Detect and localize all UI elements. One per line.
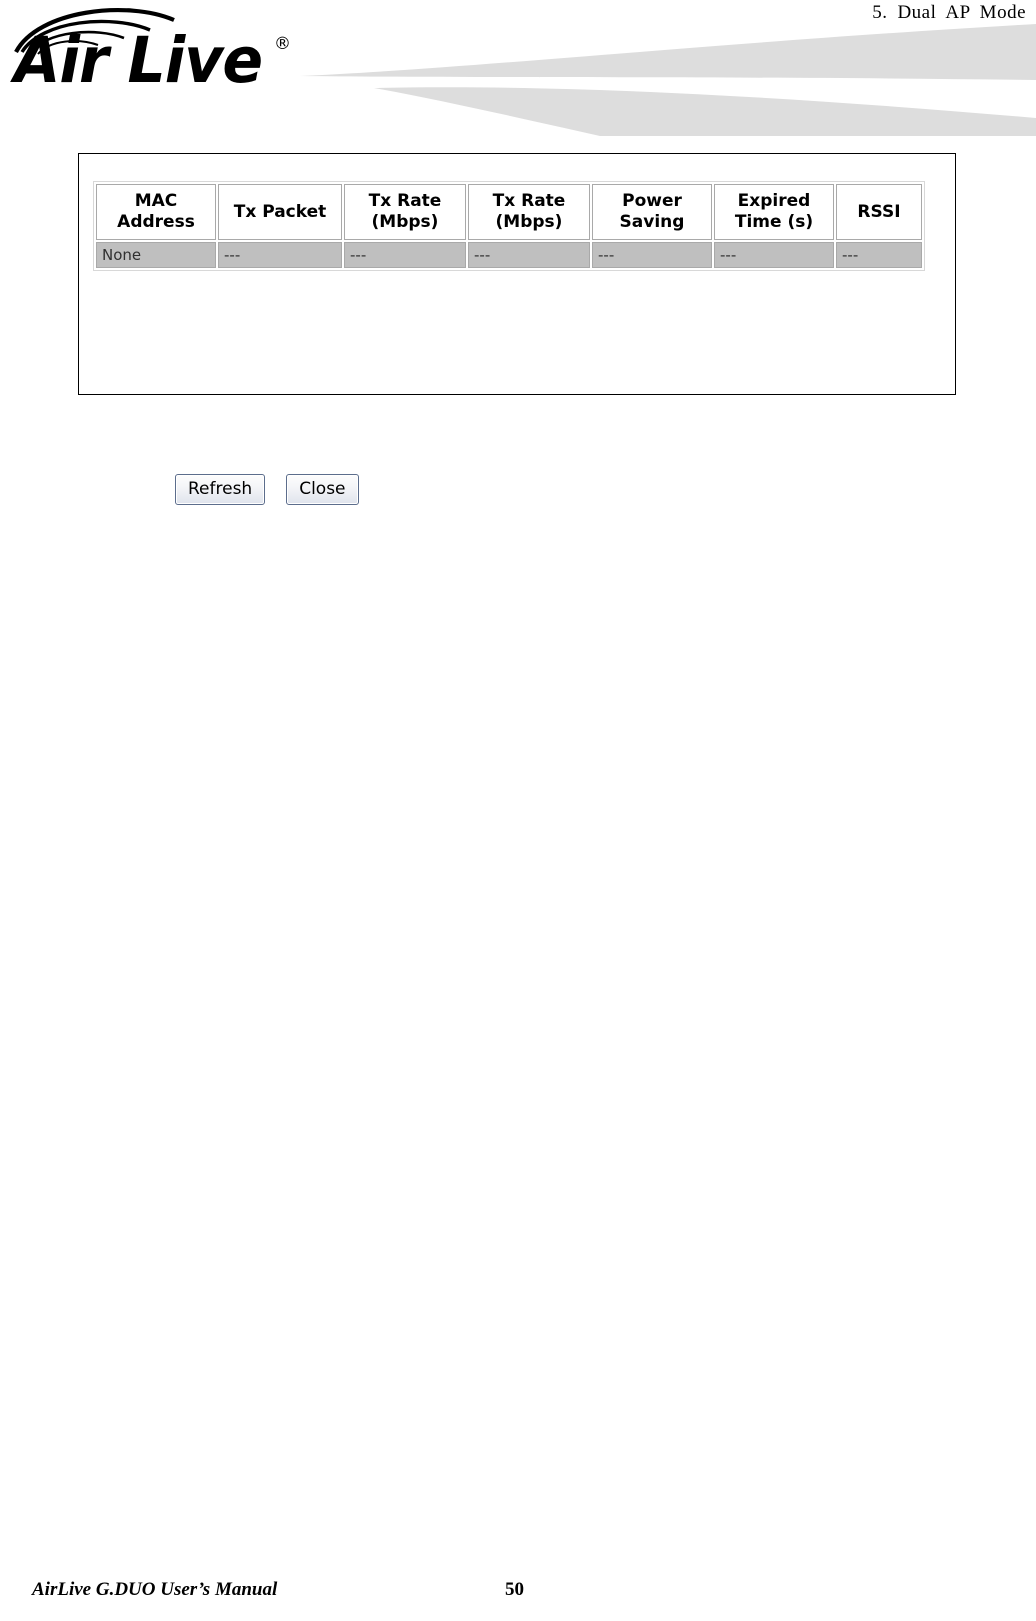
panel-button-row: Refresh Close [175,474,376,505]
column-header-rssi: RSSI [836,184,922,240]
header-line-1: Tx Rate [492,191,566,211]
header-line-1: RSSI [857,201,901,222]
column-header-tx-packet: Tx Packet [218,184,342,240]
header-line-2: Address [117,212,195,232]
section-word-1: Dual [897,2,937,23]
cell-expired-time: --- [714,242,834,268]
column-header-tx-rate-2: Tx Rate (Mbps) [468,184,590,240]
decorative-swoosh [300,24,1036,136]
cell-rssi: --- [836,242,922,268]
table-row: None --- --- --- --- --- --- [96,242,922,268]
page-footer: AirLive G.DUO User’s Manual 50 [0,1579,1036,1609]
column-header-tx-rate-1: Tx Rate (Mbps) [344,184,466,240]
station-table: MAC Address Tx Packet Tx Rate (Mbps) Tx … [93,181,925,271]
table-header-row: MAC Address Tx Packet Tx Rate (Mbps) Tx … [96,184,922,240]
header-line-2: (Mbps) [371,212,439,232]
page-number: 50 [505,1579,524,1600]
cell-power-saving: --- [592,242,712,268]
column-header-mac-address: MAC Address [96,184,216,240]
header-line-1: MAC [134,191,178,211]
page-header: Air Live ® 5. Dual AP Mode [0,0,1036,140]
header-line-1: Expired [737,191,811,211]
station-list-panel: MAC Address Tx Packet Tx Rate (Mbps) Tx … [78,153,956,505]
refresh-button[interactable]: Refresh [175,474,266,505]
cell-mac-address: None [96,242,216,268]
header-line-1: Tx Packet [233,201,327,222]
manual-title: AirLive G.DUO User’s Manual [32,1579,278,1600]
section-word-3: Mode [979,2,1026,23]
logo-registered-mark: ® [274,34,291,54]
cell-tx-rate-1: --- [344,242,466,268]
column-header-power-saving: Power Saving [592,184,712,240]
logo-wordmark: Air Live [14,23,263,98]
header-line-1: Power [622,191,682,211]
section-number: 5. [872,2,888,23]
airlive-logo: Air Live ® [8,2,298,102]
section-word-2: AP [945,2,971,23]
column-header-expired-time: Expired Time (s) [714,184,834,240]
cell-tx-rate-2: --- [468,242,590,268]
header-line-2: Saving [619,212,685,232]
section-title: 5. Dual AP Mode [872,2,1026,24]
header-line-2: Time (s) [734,212,814,232]
close-button[interactable]: Close [286,474,359,505]
header-line-2: (Mbps) [495,212,563,232]
header-line-1: Tx Rate [368,191,442,211]
cell-tx-packet: --- [218,242,342,268]
